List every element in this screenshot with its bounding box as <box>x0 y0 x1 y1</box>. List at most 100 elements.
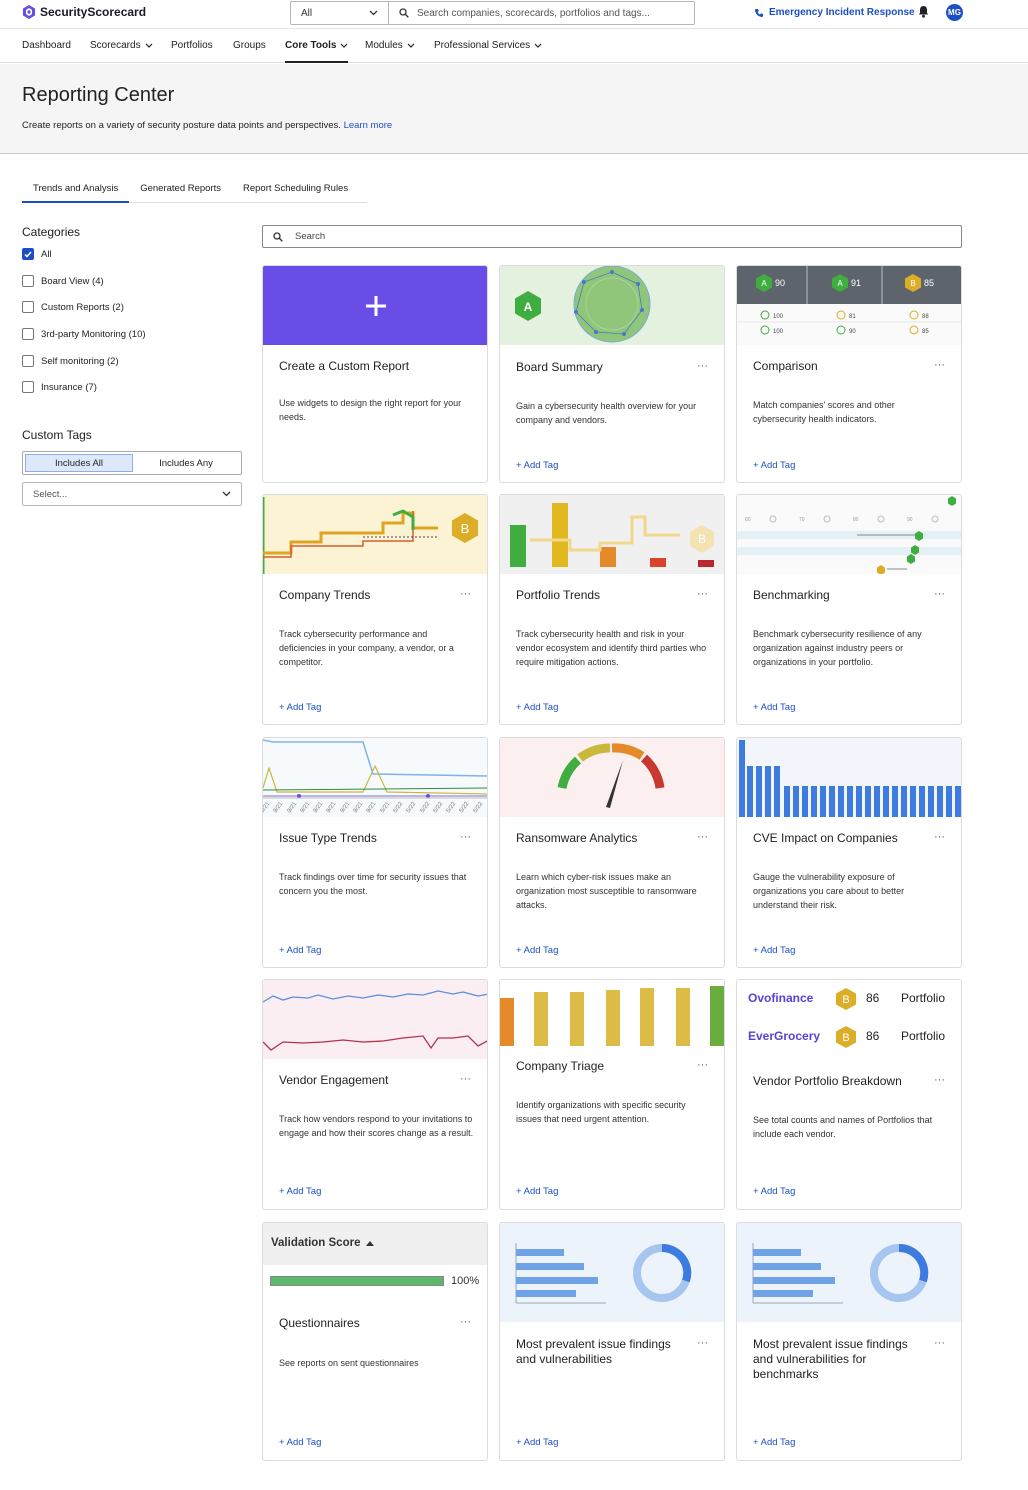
add-tag-link[interactable]: + Add Tag <box>753 1186 795 1197</box>
category-label: All <box>41 248 52 260</box>
card-menu-button[interactable]: ··· <box>934 831 945 843</box>
bell-icon[interactable] <box>918 5 929 18</box>
avatar[interactable]: MG <box>946 4 963 21</box>
category-custom-reports[interactable]: Custom Reports (2) <box>22 301 124 313</box>
card-preview <box>263 266 487 345</box>
card-menu-button[interactable]: ··· <box>934 1074 945 1086</box>
global-search-input[interactable]: Search companies, scorecards, portfolios… <box>388 1 695 25</box>
page-title: Reporting Center <box>22 84 175 106</box>
brand-logo[interactable]: SecurityScorecard <box>22 5 146 19</box>
nav-modules[interactable]: Modules <box>365 40 415 51</box>
add-tag-link[interactable]: + Add Tag <box>753 945 795 956</box>
card-questionnaires[interactable]: Validation Score 100% Questionnaires ···… <box>262 1222 488 1461</box>
chevron-down-icon <box>369 10 378 16</box>
grade-badge: B <box>836 1026 856 1048</box>
card-most-prevalent-issues-benchmarks[interactable]: Most prevalent issue findings and vulner… <box>736 1222 962 1461</box>
add-tag-link[interactable]: + Add Tag <box>753 460 795 471</box>
card-menu-button[interactable]: ··· <box>697 1337 708 1349</box>
card-menu-button[interactable]: ··· <box>934 1337 945 1349</box>
add-tag-link[interactable]: + Add Tag <box>753 1437 795 1448</box>
category-label: Board View (4) <box>41 275 104 287</box>
category-all[interactable]: All <box>22 248 52 260</box>
vendor-name[interactable]: EverGrocery <box>748 1029 820 1043</box>
brand-name: SecurityScorecard <box>40 5 147 19</box>
add-tag-link[interactable]: + Add Tag <box>279 945 321 956</box>
card-menu-button[interactable]: ··· <box>460 588 471 600</box>
card-menu-button[interactable]: ··· <box>697 1059 708 1071</box>
tab-generated-reports[interactable]: Generated Reports <box>129 176 232 203</box>
card-title: Comparison <box>753 359 818 373</box>
nav-dashboard[interactable]: Dashboard <box>22 40 71 51</box>
benchmark-tick: 60 <box>745 517 751 523</box>
comparison-cell: 90 <box>849 329 856 335</box>
add-tag-link[interactable]: + Add Tag <box>516 702 558 713</box>
includes-all-option[interactable]: Includes All <box>25 454 133 472</box>
card-menu-button[interactable]: ··· <box>697 831 708 843</box>
card-menu-button[interactable]: ··· <box>934 588 945 600</box>
category-board-view[interactable]: Board View (4) <box>22 275 104 287</box>
card-issue-type-trends[interactable]: 9/21 9/21 9/21 9/21 9/21 9/21 9/21 9/21 … <box>262 737 488 968</box>
search-scope-select[interactable]: All <box>290 1 389 25</box>
checkbox[interactable] <box>22 381 34 393</box>
card-company-trends[interactable]: B Company Trends ··· Track cybersecurity… <box>262 494 488 725</box>
comparison-cell: 81 <box>849 314 856 320</box>
add-tag-link[interactable]: + Add Tag <box>516 945 558 956</box>
add-tag-link[interactable]: + Add Tag <box>279 702 321 713</box>
card-create-custom-report[interactable]: Create a Custom Report Use widgets to de… <box>262 265 488 483</box>
add-tag-link[interactable]: + Add Tag <box>279 1186 321 1197</box>
checkbox[interactable] <box>22 328 34 340</box>
nav-core-tools[interactable]: Core Tools <box>285 40 349 63</box>
card-title: Issue Type Trends <box>279 831 377 845</box>
tab-trends-and-analysis[interactable]: Trends and Analysis <box>22 176 130 203</box>
card-menu-button[interactable]: ··· <box>460 1316 471 1328</box>
nav-groups[interactable]: Groups <box>233 40 266 51</box>
card-ransomware-analytics[interactable]: Ransomware Analytics ··· Learn which cyb… <box>499 737 725 968</box>
card-description: See total counts and names of Portfolios… <box>753 1115 933 1139</box>
card-menu-button[interactable]: ··· <box>460 831 471 843</box>
add-tag-link[interactable]: + Add Tag <box>279 1437 321 1448</box>
add-tag-link[interactable]: + Add Tag <box>516 1186 558 1197</box>
checkbox[interactable] <box>22 248 34 260</box>
report-search-placeholder: Search <box>295 231 326 242</box>
vendor-name[interactable]: Ovofinance <box>748 991 813 1005</box>
nav-label: Core Tools <box>285 40 337 51</box>
chevron-down-icon <box>145 43 153 48</box>
category-third-party-monitoring[interactable]: 3rd-party Monitoring (10) <box>22 328 146 340</box>
card-menu-button[interactable]: ··· <box>460 1073 471 1085</box>
card-cve-impact[interactable]: CVE Impact on Companies ··· Gauge the vu… <box>736 737 962 968</box>
benchmarking-graphic: 60 70 80 90 <box>737 496 961 574</box>
validation-percent: 100% <box>451 1275 480 1287</box>
card-company-triage[interactable]: Company Triage ··· Identify organization… <box>499 979 725 1210</box>
card-comparison[interactable]: A 90 A 91 B 85 100 100 81 90 88 85 Compa… <box>736 265 962 483</box>
checkbox[interactable] <box>22 275 34 287</box>
benchmark-tick: 90 <box>907 517 913 523</box>
report-search-input[interactable]: Search <box>262 225 962 248</box>
add-tag-link[interactable]: + Add Tag <box>753 702 795 713</box>
nav-scorecards[interactable]: Scorecards <box>90 40 153 51</box>
emergency-incident-link[interactable]: Emergency Incident Response <box>754 7 915 18</box>
card-vendor-engagement[interactable]: Vendor Engagement ··· Track how vendors … <box>262 979 488 1210</box>
card-board-summary[interactable]: A Board Summary ··· Gain a cybersecurity… <box>499 265 725 483</box>
add-tag-link[interactable]: + Add Tag <box>516 460 558 471</box>
includes-any-option[interactable]: Includes Any <box>133 454 239 472</box>
learn-more-link[interactable]: Learn more <box>344 120 393 131</box>
board-grade: A <box>524 300 533 314</box>
category-insurance[interactable]: Insurance (7) <box>22 381 97 393</box>
card-menu-button[interactable]: ··· <box>697 360 708 372</box>
card-description: Learn which cyber-risk issues make an or… <box>516 872 697 910</box>
tag-select[interactable]: Select... <box>22 482 242 506</box>
card-most-prevalent-issues[interactable]: Most prevalent issue findings and vulner… <box>499 1222 725 1461</box>
card-benchmarking[interactable]: 60 70 80 90 Benchmarking ··· Benchmark c… <box>736 494 962 725</box>
nav-portfolios[interactable]: Portfolios <box>171 40 213 51</box>
card-portfolio-trends[interactable]: B Portfolio Trends ··· Track cybersecuri… <box>499 494 725 725</box>
card-vendor-portfolio-breakdown[interactable]: Ovofinance B 86 Portfolio EverGrocery B … <box>736 979 962 1210</box>
tag-select-placeholder: Select... <box>33 488 68 500</box>
add-tag-link[interactable]: + Add Tag <box>516 1437 558 1448</box>
tab-report-scheduling-rules[interactable]: Report Scheduling Rules <box>232 176 359 203</box>
card-menu-button[interactable]: ··· <box>697 588 708 600</box>
nav-professional-services[interactable]: Professional Services <box>434 40 542 51</box>
checkbox[interactable] <box>22 301 34 313</box>
card-menu-button[interactable]: ··· <box>934 359 945 371</box>
category-self-monitoring[interactable]: Self monitoring (2) <box>22 355 119 367</box>
checkbox[interactable] <box>22 355 34 367</box>
